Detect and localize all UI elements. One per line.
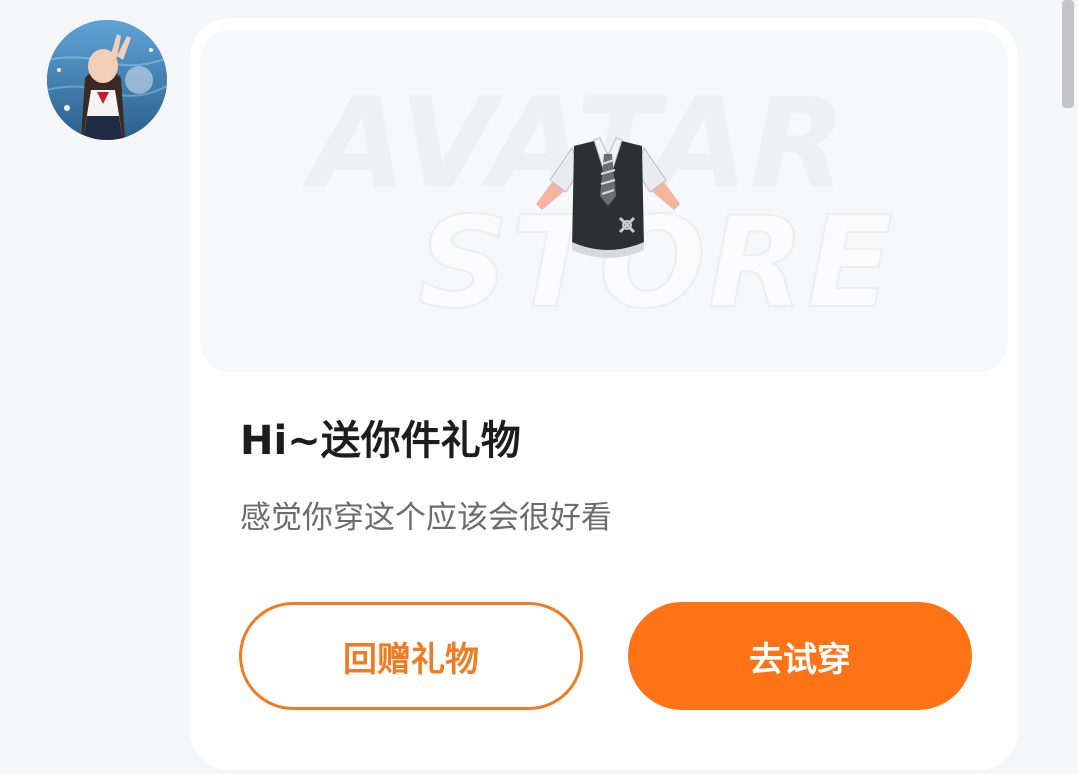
gift-subtitle: 感觉你穿这个应该会很好看	[240, 500, 612, 536]
return-gift-button[interactable]: 回赠礼物	[239, 602, 583, 710]
avatar-photo	[47, 20, 167, 140]
shirt-vest-item-icon	[536, 137, 680, 258]
sender-avatar[interactable]	[47, 20, 167, 140]
scrollbar-thumb[interactable]	[1062, 0, 1074, 108]
try-on-button[interactable]: 去试穿	[628, 602, 972, 710]
gift-title: Hi~送你件礼物	[240, 418, 521, 464]
gift-preview-panel[interactable]: AVATAR STORE	[200, 30, 1008, 372]
gift-message-card[interactable]: AVATAR STORE Hi~送你件礼物 感觉你穿这个应该会很好看 回赠礼物 …	[190, 18, 1018, 770]
